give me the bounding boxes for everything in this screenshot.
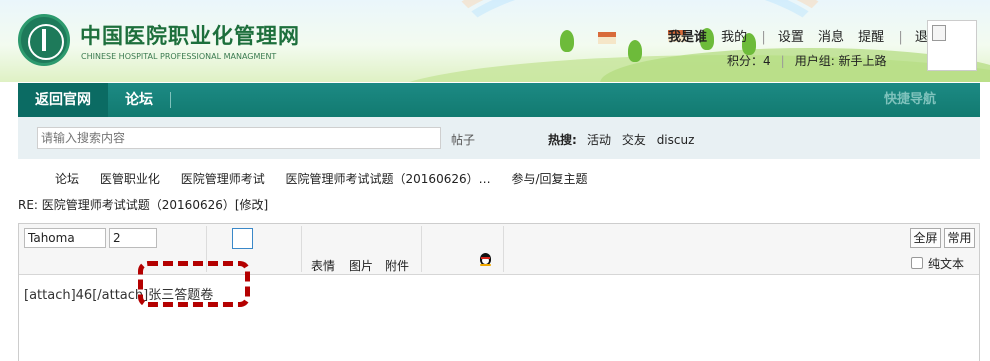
- post-editor: Tahoma 2 表情 图片 附件 全屏 常用 纯文本 [attach]46[/…: [18, 223, 980, 361]
- plain-text-label[interactable]: 纯文本: [928, 255, 964, 272]
- breadcrumb: 论坛 医管职业化 医院管理师考试 医院管理师考试试题（20160626）… 参与…: [55, 170, 605, 187]
- user-link-mine[interactable]: 我的: [721, 30, 747, 45]
- attachment-button[interactable]: 附件: [385, 257, 409, 274]
- tree-decoration: [560, 30, 574, 52]
- user-link-settings[interactable]: 设置: [778, 30, 804, 45]
- hot-word-link[interactable]: 活动: [587, 133, 611, 147]
- search-scope-select[interactable]: 帖子: [451, 131, 475, 148]
- site-subtitle: CHINESE HOSPITAL PROFESSIONAL MANAGMENT: [81, 52, 277, 61]
- font-family-select[interactable]: Tahoma: [24, 228, 106, 248]
- user-link-reminders[interactable]: 提醒: [858, 30, 884, 45]
- user-links: 我是谁 我的 | 设置 消息 提醒 | 退出: [668, 26, 951, 45]
- toolbar-separator: [206, 226, 207, 272]
- user-group[interactable]: 用户组: 新手上路: [795, 54, 887, 68]
- house-decoration: [598, 32, 616, 44]
- nav-divider: [170, 92, 171, 108]
- link-separator: |: [898, 30, 903, 45]
- broken-image-icon: [932, 25, 946, 41]
- emoji-button[interactable]: 表情: [311, 257, 335, 274]
- fullscreen-button[interactable]: 全屏: [910, 228, 941, 248]
- image-button[interactable]: 图片: [349, 257, 373, 274]
- main-nav: 返回官网 论坛 快捷导航: [18, 83, 980, 117]
- editor-toolbar: Tahoma 2 表情 图片 附件 全屏 常用 纯文本: [19, 224, 979, 275]
- user-points[interactable]: 积分：4: [727, 54, 771, 68]
- text-color-button[interactable]: [232, 228, 253, 249]
- hot-search-words: 活动 交友 discuz: [587, 131, 701, 148]
- site-logo[interactable]: [18, 14, 70, 66]
- font-size-select[interactable]: 2: [109, 228, 157, 248]
- plain-text-checkbox[interactable]: [911, 257, 923, 269]
- avatar[interactable]: [927, 20, 977, 71]
- qq-penguin-icon[interactable]: [479, 251, 492, 266]
- site-title[interactable]: 中国医院职业化管理网: [80, 20, 300, 50]
- breadcrumb-item[interactable]: 医管职业化: [100, 172, 160, 186]
- toolbar-separator: [301, 226, 302, 272]
- user-link-whoami[interactable]: 我是谁: [668, 30, 707, 45]
- meta-separator: |: [780, 54, 785, 68]
- editor-content[interactable]: [attach]46[/attach]张三答题卷: [24, 284, 213, 303]
- nav-forum[interactable]: 论坛: [112, 83, 166, 117]
- search-input[interactable]: [37, 127, 441, 149]
- tree-decoration: [628, 40, 642, 62]
- user-link-messages[interactable]: 消息: [818, 30, 844, 45]
- user-meta: 积分：4 | 用户组: 新手上路: [727, 52, 887, 69]
- breadcrumb-current: 参与/回复主题: [511, 172, 588, 186]
- search-bar: 帖子 热搜: 活动 交友 discuz: [18, 117, 980, 159]
- toolbar-separator: [503, 226, 504, 272]
- site-header: 中国医院职业化管理网 CHINESE HOSPITAL PROFESSIONAL…: [0, 0, 990, 82]
- nav-home[interactable]: 返回官网: [18, 83, 108, 117]
- breadcrumb-item[interactable]: 论坛: [55, 172, 79, 186]
- breadcrumb-item[interactable]: 医院管理师考试: [181, 172, 265, 186]
- post-title: RE: 医院管理师考试试题（20160626）[修改]: [18, 198, 269, 212]
- hot-word-link[interactable]: 交友: [622, 133, 646, 147]
- hot-search-label: 热搜:: [548, 133, 577, 147]
- breadcrumb-item[interactable]: 医院管理师考试试题（20160626）…: [286, 172, 491, 186]
- hot-word-link[interactable]: discuz: [657, 133, 695, 147]
- link-separator: |: [761, 30, 766, 45]
- common-button[interactable]: 常用: [944, 228, 975, 248]
- toolbar-separator: [421, 226, 422, 272]
- quick-nav[interactable]: 快捷导航: [884, 83, 936, 117]
